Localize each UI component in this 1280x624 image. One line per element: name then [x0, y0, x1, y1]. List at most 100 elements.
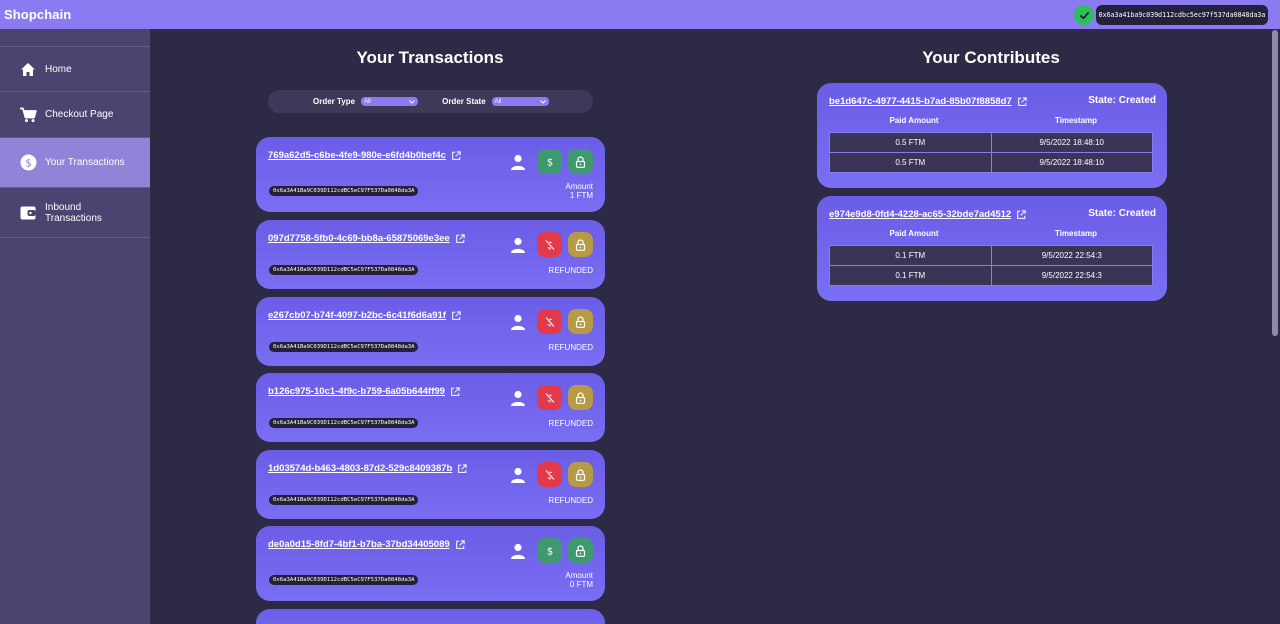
transaction-address: 0x6a3A41Ba9C039D112cdBC5eC97F537Da0848da…	[269, 575, 419, 585]
sidebar-item-home[interactable]: Home	[0, 46, 150, 91]
transaction-id: b126c975-10c1-4f9c-b759-6a05b644ff99	[268, 386, 445, 397]
transaction-id-link[interactable]: 097d7758-5fb0-4c69-bb8a-65875069e3ee	[268, 233, 465, 244]
order-type-select[interactable]: All	[361, 97, 419, 106]
refund-button[interactable]: $	[537, 385, 562, 410]
transaction-id: 1d03574d-b463-4803-87d2-529c8409387b	[268, 463, 453, 474]
contribute-card: be1d647c-4977-4415-b7ad-85b07f8858d7 Stat…	[817, 83, 1167, 188]
lock-button[interactable]	[568, 538, 593, 563]
lock-icon	[575, 468, 586, 481]
user-icon[interactable]	[509, 236, 527, 254]
status-badge: State: Created	[1088, 208, 1156, 219]
lock-button[interactable]	[568, 309, 593, 334]
refund-button[interactable]: $	[537, 309, 562, 334]
transaction-status: Amount 1 FTM	[565, 182, 593, 200]
transaction-status: REFUNDED	[549, 496, 593, 505]
transaction-id-link[interactable]: 769a62d5-c6be-4fe9-980e-e6fd4b0bef4c	[268, 150, 461, 161]
status-line-1: REFUNDED	[548, 496, 593, 505]
lock-icon	[575, 238, 586, 251]
lock-button[interactable]	[568, 149, 593, 174]
pay-button[interactable]: $	[537, 538, 562, 563]
timestamp-header: Timestamp	[1054, 229, 1098, 238]
transaction-address: 0x6a3A41Ba9C039D112cdBC5eC97F537Da0848da…	[269, 495, 419, 505]
table-row: 0.5 FTM 9/5/2022 18:48:10	[829, 132, 1153, 153]
transaction-card: de0a0d15-8fd7-4bf1-b7ba-37bd34405089 0x6a…	[256, 526, 605, 601]
transaction-id-link[interactable]: e267cb07-b74f-4097-b2bc-6c41f6d6a91f	[268, 310, 461, 321]
lock-button[interactable]	[568, 462, 593, 487]
filter-bar: Order Type All Order State All	[268, 90, 593, 113]
sidebar-item-inbound-transactions[interactable]: Inbound Transactions	[0, 187, 150, 237]
order-state-select[interactable]: All	[491, 97, 549, 106]
contribute-card: e974e9d8-0fd4-4228-ac65-32bde7ad4512 Stat…	[817, 196, 1167, 301]
transaction-status: REFUNDED	[549, 419, 593, 428]
lock-icon	[575, 544, 586, 557]
order-type-label: Order Type	[313, 97, 356, 106]
chevron-down-icon	[539, 99, 546, 104]
user-icon[interactable]	[509, 389, 527, 407]
status-line-1: REFUNDED	[548, 266, 593, 275]
transaction-address: 0x6a3A41Ba9C039D112cdBC5eC97F537Da0848da…	[269, 265, 419, 275]
transaction-card: e267cb07-b74f-4097-b2bc-6c41f6d6a91f 0x6a…	[256, 297, 605, 366]
external-link-icon	[1016, 209, 1026, 220]
pay-button[interactable]: $	[537, 149, 562, 174]
svg-text:$: $	[546, 546, 552, 557]
sidebar: Home Checkout Page $ Your Transactions I…	[0, 29, 150, 624]
svg-text:$: $	[546, 157, 552, 168]
transaction-address: 0x6a3A41Ba9C039D112cdBC5eC97F537Da0848da…	[269, 418, 419, 428]
transactions-title: Your Transactions	[356, 48, 504, 67]
transaction-id: de0a0d15-8fd7-4bf1-b7ba-37bd34405089	[268, 539, 450, 550]
user-icon[interactable]	[509, 466, 527, 484]
paid-amount-header: Paid Amount	[889, 116, 939, 125]
lock-icon	[575, 391, 586, 404]
refund-button[interactable]: $	[537, 462, 562, 487]
transaction-address: 0x6a3A41Ba9C039D112cdBC5eC97F537Da0848da…	[269, 186, 419, 196]
contribute-table: 0.5 FTM 9/5/2022 18:48:10 0.5 FTM 9/5/2022 …	[829, 132, 1153, 173]
dollar-icon: $	[544, 156, 556, 168]
transaction-address: 0x6a3A41Ba9C039D112cdBC5eC97F537Da0848da…	[269, 342, 419, 352]
transaction-status: REFUNDED	[549, 343, 593, 352]
transaction-status: Amount 0 FTM	[565, 571, 593, 589]
transaction-id-link[interactable]: 1d03574d-b463-4803-87d2-529c8409387b	[268, 463, 467, 474]
external-link-icon	[451, 150, 461, 161]
sidebar-item-checkout[interactable]: Checkout Page	[0, 91, 150, 137]
svg-text:$: $	[25, 157, 32, 169]
status-line-1: REFUNDED	[548, 343, 593, 352]
timestamp-cell: 9/5/2022 22:54:3	[990, 265, 1153, 286]
transaction-id-link[interactable]: b126c975-10c1-4f9c-b759-6a05b644ff99	[268, 386, 460, 397]
sidebar-item-your-transactions[interactable]: $ Your Transactions	[0, 137, 150, 187]
lock-button[interactable]	[568, 232, 593, 257]
contribute-id: be1d647c-4977-4415-b7ad-85b07f8858d7	[829, 96, 1012, 107]
no-dollar-icon: $	[544, 392, 556, 404]
sidebar-item-label: Inbound Transactions	[45, 201, 102, 224]
lock-button[interactable]	[568, 385, 593, 410]
external-link-icon	[457, 463, 467, 474]
external-link-icon	[455, 539, 465, 550]
table-row: 0.1 FTM 9/5/2022 22:54:3	[829, 265, 1153, 286]
contributes-title: Your Contributes	[922, 48, 1060, 67]
app-title[interactable]: Shopchain	[4, 7, 71, 22]
user-icon[interactable]	[509, 153, 527, 171]
status-badge: State: Created	[1088, 95, 1156, 106]
home-icon	[19, 60, 37, 78]
status-line-1: Amount	[565, 182, 593, 191]
sidebar-item-label: Your Transactions	[45, 157, 125, 168]
refund-button[interactable]: $	[537, 232, 562, 257]
timestamp-cell: 9/5/2022 18:48:10	[990, 152, 1153, 173]
transaction-status: REFUNDED	[549, 266, 593, 275]
contribute-id-link[interactable]: be1d647c-4977-4415-b7ad-85b07f8858d7	[829, 96, 1027, 107]
timestamp-header: Timestamp	[1054, 116, 1098, 125]
lock-icon	[575, 155, 586, 168]
no-dollar-icon: $	[544, 316, 556, 328]
lock-icon	[575, 315, 586, 328]
transaction-card: b126c975-10c1-4f9c-b759-6a05b644ff99 0x6a…	[256, 373, 605, 442]
status-line-1: Amount	[565, 571, 593, 580]
user-icon[interactable]	[509, 542, 527, 560]
wallet-address[interactable]: 0x6a3a41ba9c039d112cdbc5ec97f537da0848da…	[1096, 5, 1268, 25]
scrollbar[interactable]	[1272, 30, 1278, 336]
status-line-2: 0 FTM	[569, 580, 593, 589]
transaction-card: 097d7758-5fb0-4c69-bb8a-65875069e3ee 0x6a…	[256, 220, 605, 289]
contribute-id-link[interactable]: e974e9d8-0fd4-4228-ac65-32bde7ad4512	[829, 209, 1026, 220]
user-icon[interactable]	[509, 313, 527, 331]
check-icon	[1074, 5, 1094, 25]
dollar-icon: $	[544, 545, 556, 557]
transaction-id-link[interactable]: de0a0d15-8fd7-4bf1-b7ba-37bd34405089	[268, 539, 465, 550]
